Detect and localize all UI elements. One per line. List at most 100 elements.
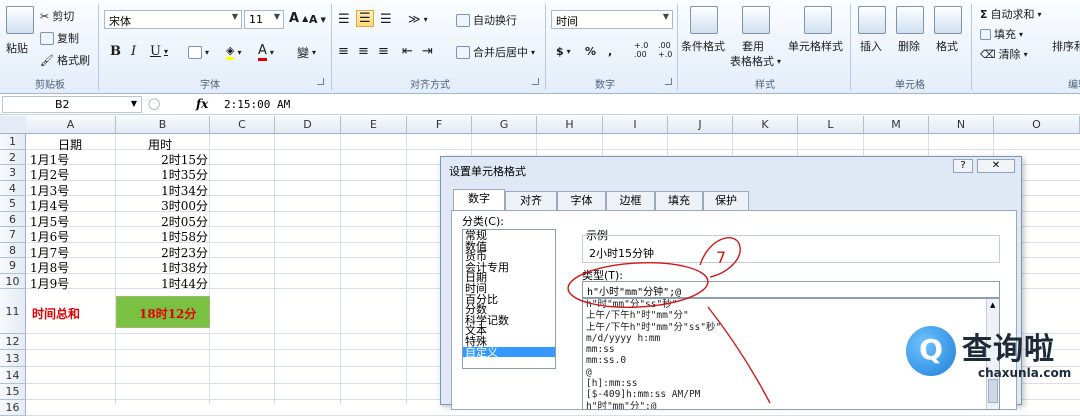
fill-button[interactable]: 填充 ▾ xyxy=(980,26,1023,42)
delete-button[interactable]: 删除 xyxy=(898,38,920,54)
row-header-4[interactable]: 4 xyxy=(0,180,26,196)
cell-a3[interactable]: 1月2号 xyxy=(30,166,69,183)
tab-0[interactable]: 数字 xyxy=(453,189,505,211)
cell-a8[interactable]: 1月7号 xyxy=(30,244,69,261)
type-input[interactable]: h"小时"mm"分钟";@ xyxy=(582,281,1000,298)
autosum-button[interactable]: Σ 自动求和 ▾ xyxy=(980,6,1042,22)
italic-button[interactable]: I xyxy=(131,44,136,59)
row-header-12[interactable]: 12 xyxy=(0,334,26,350)
number-launcher-icon[interactable] xyxy=(665,78,672,85)
cell-b9[interactable]: 1时38分 xyxy=(161,259,208,276)
cell-a2[interactable]: 1月1号 xyxy=(30,151,69,168)
font-launcher-icon[interactable] xyxy=(317,78,324,85)
help-button[interactable]: ? xyxy=(953,159,973,173)
sort-filter-button[interactable]: 排序和 xyxy=(1052,38,1080,54)
column-header-i[interactable]: I xyxy=(603,116,668,134)
row-header-14[interactable]: 14 xyxy=(0,367,26,384)
row-header-9[interactable]: 9 xyxy=(0,258,26,274)
comma-button[interactable]: , xyxy=(608,45,612,58)
row-header-7[interactable]: 7 xyxy=(0,227,26,243)
fx-icon[interactable]: fx xyxy=(196,97,208,111)
name-box[interactable]: B2 ▼ xyxy=(2,96,142,113)
column-header-h[interactable]: H xyxy=(537,116,603,134)
align-right-button[interactable]: ≡ xyxy=(378,44,389,59)
align-top-button[interactable]: ☰ xyxy=(338,12,350,27)
cell-a7[interactable]: 1月6号 xyxy=(30,228,69,245)
formula-input[interactable]: 2:15:00 AM xyxy=(224,98,290,111)
close-button[interactable]: ✕ xyxy=(977,159,1015,173)
align-left-button[interactable]: ≡ xyxy=(338,44,349,59)
column-header-f[interactable]: F xyxy=(407,116,472,134)
cell-a10[interactable]: 1月9号 xyxy=(30,275,69,292)
cell-a9[interactable]: 1月8号 xyxy=(30,259,69,276)
column-header-m[interactable]: M xyxy=(864,116,929,134)
category-item[interactable]: 常规 xyxy=(463,230,555,241)
cell-b3[interactable]: 1时35分 xyxy=(161,166,208,183)
category-list[interactable]: 常规 数值 货币 会计专用 日期 时间 百分比 分数 科学记数 文本 特殊 自定义 xyxy=(462,229,556,369)
tab-2[interactable]: 字体 xyxy=(557,191,606,210)
row-header-3[interactable]: 3 xyxy=(0,165,26,181)
column-header-k[interactable]: K xyxy=(733,116,798,134)
row-header-8[interactable]: 8 xyxy=(0,242,26,258)
cut-button[interactable]: ✂ 剪切 xyxy=(40,8,74,24)
insert-button[interactable]: 插入 xyxy=(860,38,882,54)
fill-color-button[interactable]: ◈ ▾ xyxy=(226,44,241,60)
column-header-n[interactable]: N xyxy=(929,116,994,134)
cell-b5[interactable]: 3时00分 xyxy=(161,197,208,214)
decrease-decimal-button[interactable]: .00 +.0 xyxy=(658,41,672,59)
row-header-13[interactable]: 13 xyxy=(0,350,26,367)
align-bottom-button[interactable]: ☰ xyxy=(380,12,392,27)
format-code-item[interactable]: h"时"mm"分";@ xyxy=(583,401,999,409)
cell-b7[interactable]: 1时58分 xyxy=(161,228,208,245)
font-name-select[interactable]: 宋体 ▼ xyxy=(104,10,242,29)
cell-b11[interactable]: 18时12分 xyxy=(139,305,196,322)
underline-button[interactable]: U ▾ xyxy=(150,44,168,59)
row-header-11[interactable]: 11 xyxy=(0,289,26,334)
cell-b2[interactable]: 2时15分 xyxy=(161,151,208,168)
align-middle-button[interactable]: ☰ xyxy=(356,10,374,27)
font-size-select[interactable]: 11 ▼ xyxy=(244,10,284,29)
row-header-15[interactable]: 15 xyxy=(0,384,26,400)
cell-b4[interactable]: 1时34分 xyxy=(161,182,208,199)
bold-button[interactable]: B xyxy=(110,44,121,59)
row-header-6[interactable]: 6 xyxy=(0,211,26,227)
cell-b6[interactable]: 2时05分 xyxy=(161,213,208,230)
column-header-o[interactable]: O xyxy=(994,116,1080,134)
orientation-button[interactable]: ≫ ▾ xyxy=(408,12,428,26)
row-header-16[interactable]: 16 xyxy=(0,400,26,416)
row-header-2[interactable]: 2 xyxy=(0,149,26,165)
tab-5[interactable]: 保护 xyxy=(703,191,749,210)
shrink-font-button[interactable]: A ▼ xyxy=(309,13,326,26)
select-all-corner[interactable] xyxy=(0,116,27,134)
format-code-item[interactable]: h"时"mm"分"ss"秒" xyxy=(583,299,999,310)
cell-a6[interactable]: 1月5号 xyxy=(30,213,69,230)
row-header-1[interactable]: 1 xyxy=(0,134,26,150)
scroll-up-icon[interactable]: ▲ xyxy=(990,301,995,309)
column-header-a[interactable]: A xyxy=(26,116,116,134)
wrap-text-button[interactable]: 自动换行 xyxy=(456,12,517,28)
tab-1[interactable]: 对齐 xyxy=(505,191,557,210)
format-button[interactable]: 格式 xyxy=(936,38,958,54)
column-header-c[interactable]: C xyxy=(210,116,275,134)
font-color-button[interactable]: A ▾ xyxy=(258,43,274,61)
cell-b8[interactable]: 2时23分 xyxy=(161,244,208,261)
table-format-button[interactable]: 套用 xyxy=(742,38,764,54)
increase-indent-button[interactable]: ⇥ xyxy=(422,44,433,59)
column-header-d[interactable]: D xyxy=(275,116,341,134)
category-item[interactable]: 自定义 xyxy=(463,346,555,357)
tab-3[interactable]: 边框 xyxy=(606,191,655,210)
copy-button[interactable]: 复制 xyxy=(40,30,79,46)
cell-a11[interactable]: 时间总和 xyxy=(32,305,80,322)
number-format-select[interactable]: 时间 ▼ xyxy=(551,10,673,29)
align-center-button[interactable]: ≡ xyxy=(358,44,369,59)
cell-a4[interactable]: 1月3号 xyxy=(30,182,69,199)
cell-a5[interactable]: 1月4号 xyxy=(30,197,69,214)
column-header-j[interactable]: J xyxy=(668,116,733,134)
cell-styles-button[interactable]: 单元格样式 xyxy=(788,38,843,54)
table-format-button-2[interactable]: 表格格式 ▾ xyxy=(730,53,781,69)
decrease-indent-button[interactable]: ⇤ xyxy=(402,44,413,59)
percent-button[interactable]: % xyxy=(585,45,596,58)
row-header-10[interactable]: 10 xyxy=(0,273,26,289)
paste-button[interactable]: 粘贴 xyxy=(6,40,28,56)
category-item[interactable]: 时间 xyxy=(463,283,555,294)
